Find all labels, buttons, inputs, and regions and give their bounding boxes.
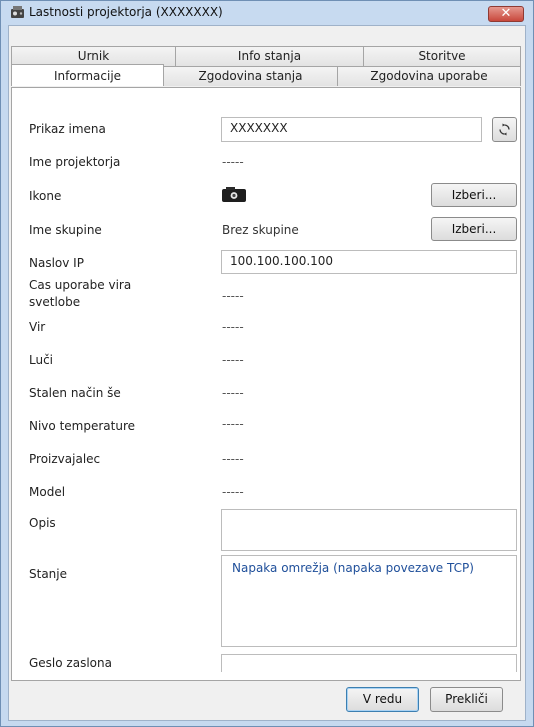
display-name-label: Prikaz imena [29,122,106,136]
close-button[interactable]: ✕ [488,6,524,22]
status-textarea[interactable]: Napaka omrežja (napaka povezave TCP) [221,555,517,647]
ok-button[interactable]: V redu [346,687,419,712]
light-source-hours-label-line1: Cas uporabe vira [29,278,132,292]
display-name-input[interactable]: XXXXXXX [221,117,482,142]
title-bar[interactable]: Lastnosti projektorja (XXXXXXX) ✕ [1,1,533,25]
ip-address-input[interactable]: 100.100.100.100 [221,250,517,274]
lamps-value: ----- [222,353,244,367]
tab-informacije[interactable]: Informacije [11,64,164,86]
description-label: Opis [29,516,56,530]
status-label: Stanje [29,567,67,581]
projector-name-value: ----- [222,155,244,169]
close-x-icon: ✕ [500,6,512,21]
ip-address-label: Naslov IP [29,256,84,270]
light-source-hours-label-line2: svetlobe [29,295,81,309]
constant-mode-value: ----- [222,386,244,400]
constant-mode-label: Stalen način še [29,386,121,400]
projector-name-label: Ime projektorja [29,155,121,169]
properties-window: Lastnosti projektorja (XXXXXXX) ✕ Urnik … [0,0,534,727]
projector-icon [222,187,246,202]
model-label: Model [29,485,66,499]
tab-zgodovina-uporabe[interactable]: Zgodovina uporabe [337,66,521,86]
source-label: Vir [29,320,46,334]
manufacturer-value: ----- [222,452,244,466]
tab-urnik[interactable]: Urnik [11,46,176,66]
group-name-value: Brez skupine [222,223,299,237]
lamps-label: Luči [29,353,54,367]
tab-info-stanja[interactable]: Info stanja [175,46,364,66]
screen-password-label: Geslo zaslona [29,656,112,670]
window-title: Lastnosti projektorja (XXXXXXX) [29,5,223,19]
tab-row-back: Urnik Info stanja Storitve [11,46,521,66]
group-name-label: Ime skupine [29,223,102,237]
source-value: ----- [222,320,244,334]
icons-label: Ikone [29,189,62,203]
temperature-level-label: Nivo temperature [29,419,135,433]
icons-select-button[interactable]: Izberi... [431,183,517,207]
refresh-icon [499,123,510,136]
cancel-button[interactable]: Prekliči [430,687,503,712]
tab-storitve[interactable]: Storitve [363,46,521,66]
description-input[interactable] [221,509,517,551]
refresh-button[interactable] [492,117,517,142]
tab-row-front: Informacije Zgodovina stanja Zgodovina u… [11,64,521,86]
group-select-button[interactable]: Izberi... [431,217,517,241]
temperature-level-value: ----- [222,417,244,431]
screen-password-input[interactable] [221,654,517,672]
manufacturer-label: Proizvajalec [29,452,101,466]
light-source-hours-value: ----- [222,289,244,303]
model-value: ----- [222,485,244,499]
tab-zgodovina-stanja[interactable]: Zgodovina stanja [163,66,338,86]
projector-window-icon [11,6,24,18]
